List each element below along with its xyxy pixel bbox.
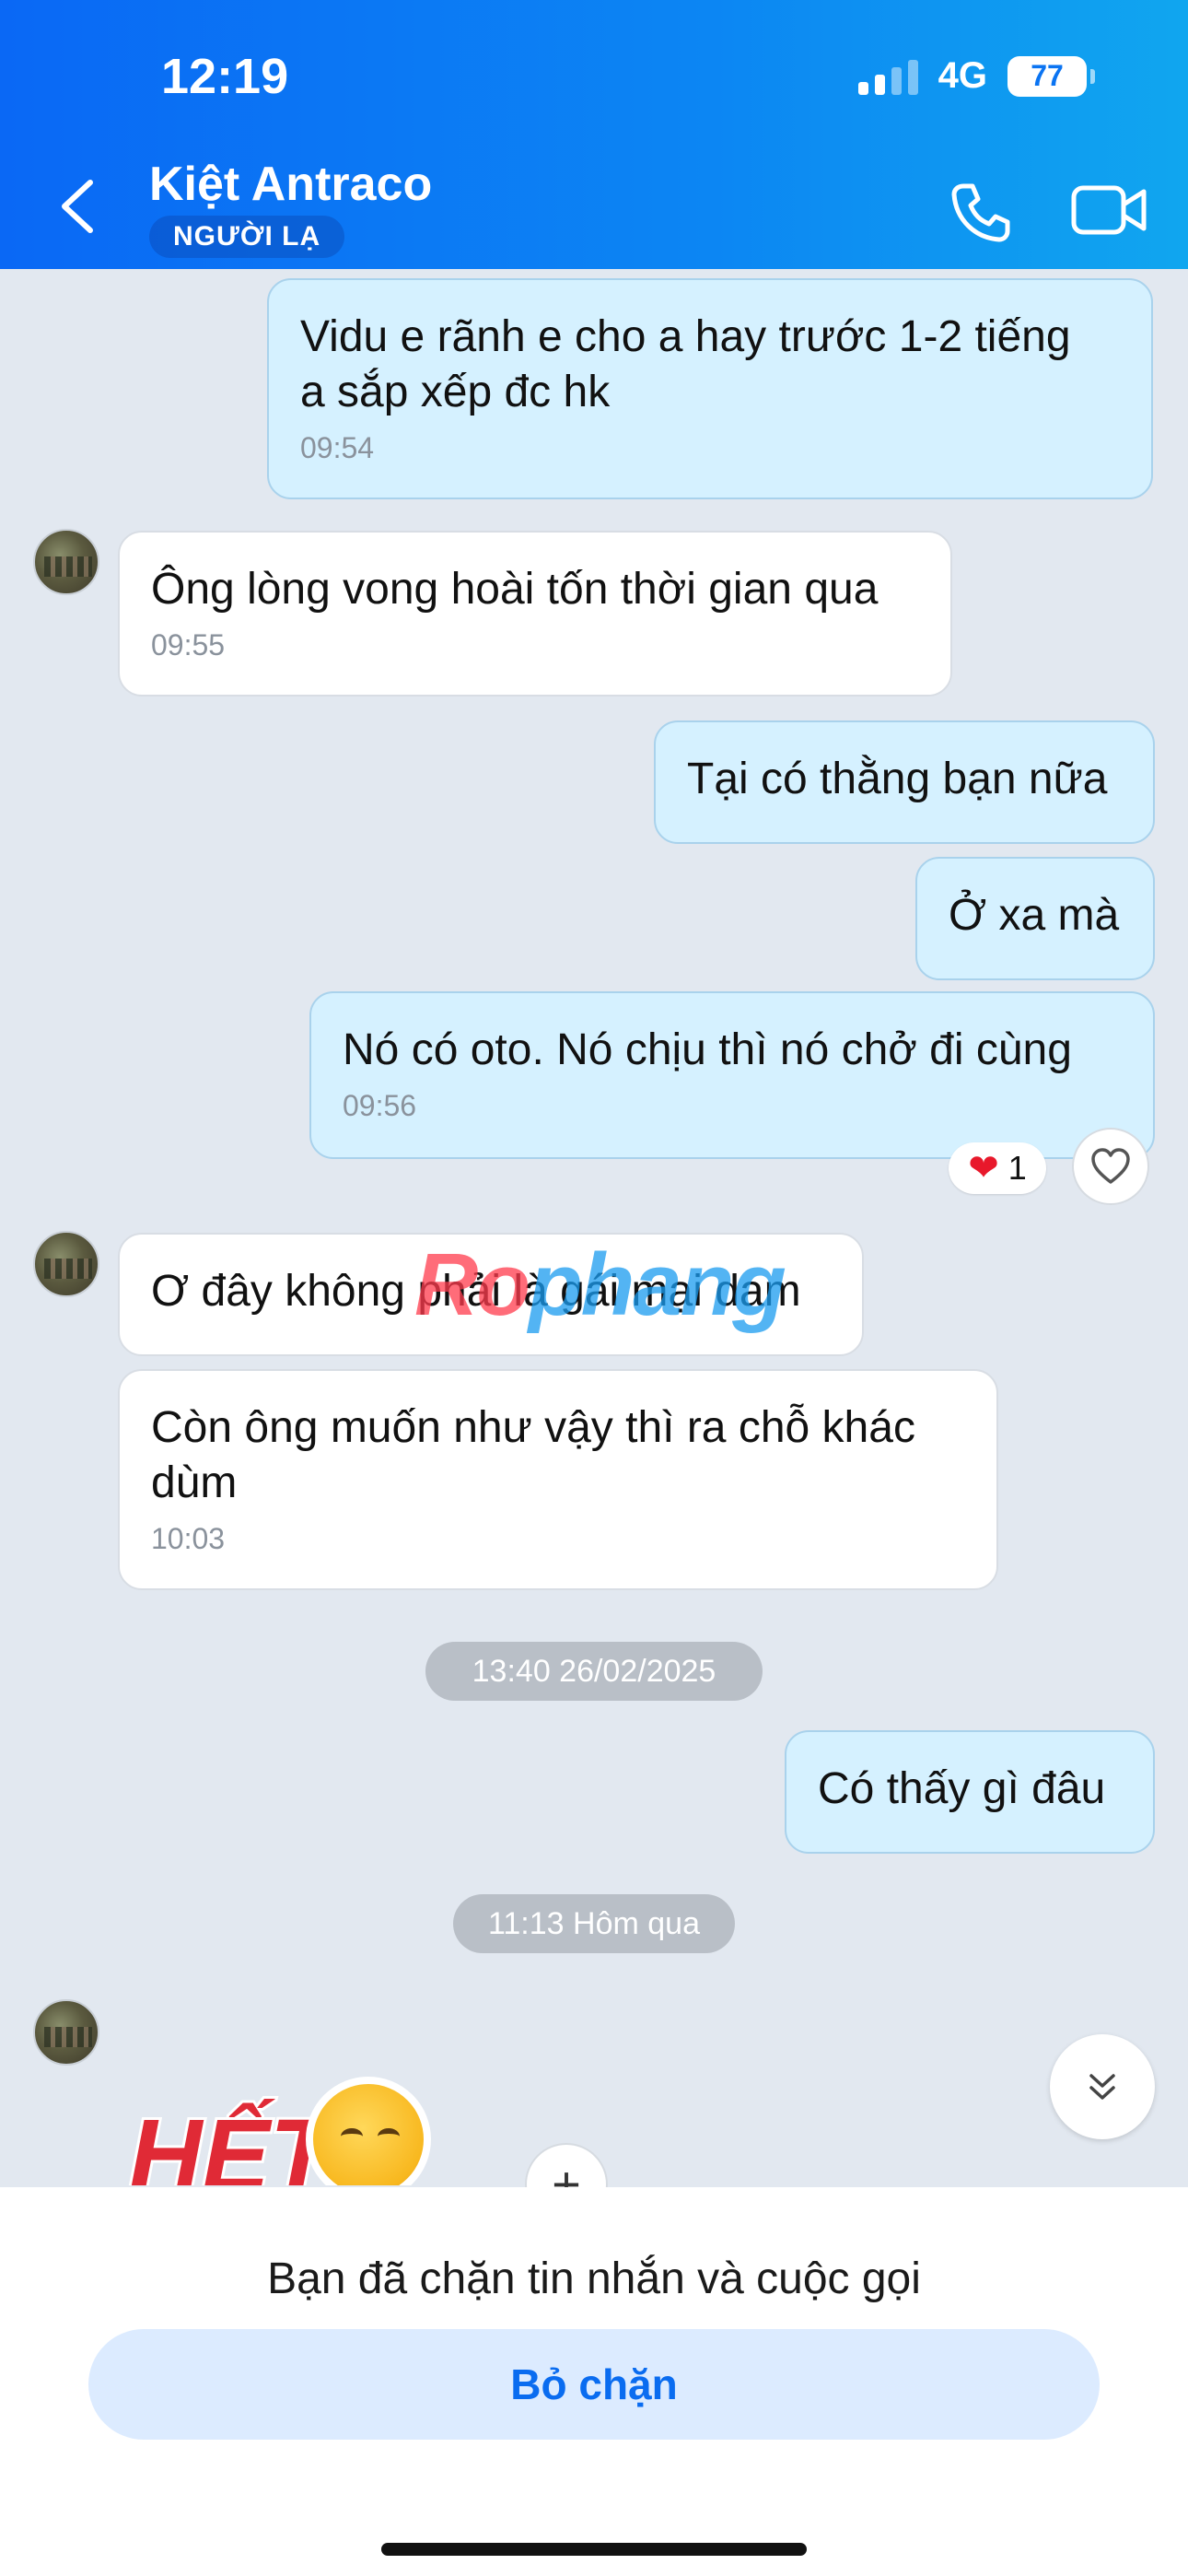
incoming-message[interactable]: Còn ông muốn như vậy thì ra chỗ khác dùm…	[118, 1369, 998, 1590]
message-time: 09:54	[300, 431, 375, 464]
message-text: Có thấy gì đâu	[818, 1764, 1106, 1813]
status-icons: 4G 77	[857, 55, 1095, 97]
reaction-badge[interactable]: ❤ 1	[949, 1142, 1046, 1194]
contact-avatar[interactable]	[33, 529, 99, 595]
home-indicator[interactable]	[381, 2543, 807, 2556]
message-text: Tại có thằng bạn nữa	[687, 755, 1108, 803]
date-separator: 13:40 26/02/2025	[425, 1642, 763, 1701]
date-separator: 11:13 Hôm qua	[453, 1894, 735, 1953]
outgoing-message[interactable]: Nó có oto. Nó chịu thì nó chở đi cùng 09…	[309, 991, 1155, 1159]
contact-avatar[interactable]	[33, 1999, 99, 2066]
message-text: Vidu e rãnh e cho a hay trước 1-2 tiếng …	[300, 312, 1071, 416]
blocked-notice: Bạn đã chặn tin nhắn và cuộc gọi	[267, 2254, 921, 2303]
contact-avatar[interactable]	[33, 1231, 99, 1297]
phone-icon[interactable]	[949, 181, 1013, 245]
contact-name[interactable]: Kiệt Antraco	[149, 157, 432, 212]
message-text: Ở xa mà	[949, 891, 1120, 940]
heart-icon: ❤	[968, 1148, 999, 1188]
sticker-text: HẾT	[126, 2096, 334, 2185]
status-time: 12:19	[161, 49, 289, 104]
battery-icon: 77	[1007, 55, 1095, 97]
outgoing-message[interactable]: Có thấy gì đâu	[785, 1730, 1155, 1854]
message-text: Ông lòng vong hoài tốn thời gian qua	[151, 565, 879, 614]
message-text: Nó có oto. Nó chịu thì nó chở đi cùng	[343, 1025, 1072, 1074]
stranger-badge: NGƯỜI LẠ	[149, 216, 345, 258]
message-time: 09:55	[151, 628, 226, 662]
message-time: 10:03	[151, 1522, 226, 1555]
video-call-icon[interactable]	[1070, 181, 1149, 240]
incoming-message[interactable]: Ông lòng vong hoài tốn thời gian qua 09:…	[118, 531, 952, 697]
outgoing-message[interactable]: Tại có thằng bạn nữa	[654, 720, 1155, 844]
incoming-message[interactable]: Ơ đây không phải là gái mại dam	[118, 1233, 864, 1356]
chat-header: 12:19 4G 77 Kiệt Antraco NGƯỜI LẠ	[0, 0, 1188, 269]
back-arrow-icon[interactable]	[55, 177, 99, 236]
sticker-message[interactable]: HẾT	[111, 2047, 497, 2185]
message-time: 09:56	[343, 1089, 417, 1122]
chevron-double-down-icon	[1089, 2074, 1115, 2100]
outgoing-message[interactable]: Ở xa mà	[915, 857, 1155, 980]
message-text: Ơ đây không phải là gái mại dam	[151, 1267, 801, 1316]
unblock-button[interactable]: Bỏ chặn	[88, 2329, 1100, 2440]
smiley-icon	[306, 2077, 431, 2185]
blocked-panel: Bạn đã chặn tin nhắn và cuộc gọi Bỏ chặn	[0, 2187, 1188, 2576]
reaction-count: 1	[1007, 1149, 1027, 1187]
message-text: Còn ông muốn như vậy thì ra chỗ khác dùm	[151, 1403, 915, 1507]
outgoing-message[interactable]: Vidu e rãnh e cho a hay trước 1-2 tiếng …	[267, 278, 1153, 499]
scroll-to-bottom-button[interactable]	[1050, 2034, 1155, 2139]
like-button[interactable]	[1072, 1128, 1149, 1205]
signal-icon	[857, 58, 918, 95]
heart-outline-icon	[1091, 1148, 1130, 1184]
network-label: 4G	[938, 55, 987, 96]
